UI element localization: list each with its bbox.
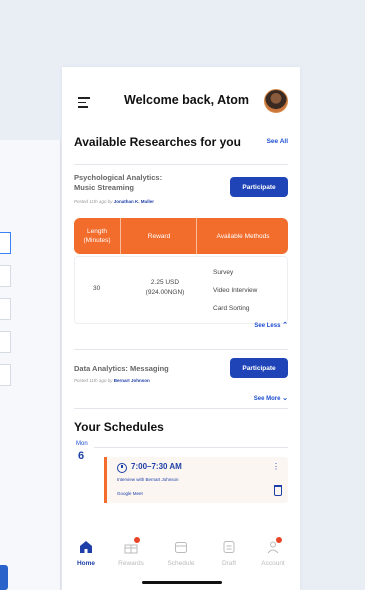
gift-icon [124,537,140,554]
research-details-table: Length (Minutes) Reward Available Method… [74,218,288,324]
table-row: 30 2.25 USD (924.00NGN) Survey Video Int… [74,256,288,324]
day-number: 6 [78,450,85,462]
column-header-methods: Available Methods [196,218,289,254]
bottom-nav: Home Rewards Schedule Draft Account [62,528,300,590]
method-item: Card Sorting [213,305,250,312]
home-indicator [142,581,222,584]
background-field [0,232,11,254]
participate-button[interactable]: Participate [230,358,288,378]
divider [74,408,288,409]
background-form-panel [0,140,61,590]
home-icon [79,540,93,554]
nav-item-home[interactable]: Home [66,540,106,567]
clock-icon [117,463,127,473]
schedules-title: Your Schedules [74,420,164,434]
length-value: 30 [93,285,101,292]
chevron-up-icon: ⌃ [282,322,288,329]
menu-icon[interactable] [78,97,90,108]
nav-item-draft[interactable]: Draft [209,540,249,567]
calendar-icon [174,540,188,554]
background-field [0,364,11,386]
method-item: Survey [213,269,234,276]
nav-item-account[interactable]: Account [253,537,293,567]
divider [74,164,288,165]
reward-value: 2.25 USD (924.00NGN) [145,279,185,296]
method-item: Video Interview [213,287,258,294]
background-button [0,565,8,590]
event-description: Interview with Bernart Johnson [117,477,179,482]
event-time: 7:00–7:30 AM [131,462,182,471]
background-field [0,331,11,353]
welcome-title: Welcome back, Atom [124,93,250,107]
column-header-length: Length (Minutes) [83,228,111,244]
column-header-reward: Reward [120,218,197,254]
avatar[interactable] [264,89,288,113]
trash-icon[interactable] [274,485,282,496]
background-field [0,265,11,287]
notification-badge [276,537,282,543]
notification-badge [134,537,140,543]
top-bar: Welcome back, Atom [62,89,300,115]
research-title: Psychological Analytics: Music Streaming [74,173,163,192]
research-author[interactable]: Bernart Johnson [114,378,150,383]
day-divider [94,447,288,448]
nav-item-schedule[interactable]: Schedule [161,540,201,567]
more-options-icon[interactable]: ⋮ [272,462,280,471]
participate-button[interactable]: Participate [230,177,288,197]
user-icon [266,537,282,554]
divider [74,349,288,350]
event-platform[interactable]: Google Meet [117,491,143,496]
see-all-link[interactable]: See All [267,138,288,145]
researches-title: Available Researches for you [74,135,241,149]
chevron-down-icon: ⌄ [282,395,288,402]
day-name: Mon [76,441,88,447]
see-less-link[interactable]: See Less ⌃ [254,321,288,329]
research-posted: Posted 11th ago by Bernart Johnson [74,378,150,383]
draft-icon [222,540,236,554]
methods-list: Survey Video Interview Card Sorting [213,264,257,318]
research-posted: Posted 11th ago by Jonathan K. Muller [74,199,154,204]
phone-screen: Welcome back, Atom Available Researches … [62,67,300,590]
see-more-link[interactable]: See More ⌄ [254,394,288,402]
research-title: Data Analytics: Messaging [74,364,169,373]
background-field [0,298,11,320]
schedule-event-card[interactable]: 7:00–7:30 AM Interview with Bernart John… [104,457,288,503]
table-header: Length (Minutes) Reward Available Method… [74,218,288,254]
nav-item-rewards[interactable]: Rewards [111,537,151,567]
research-author[interactable]: Jonathan K. Muller [114,199,154,204]
researches-header: Available Researches for you See All [74,135,288,149]
